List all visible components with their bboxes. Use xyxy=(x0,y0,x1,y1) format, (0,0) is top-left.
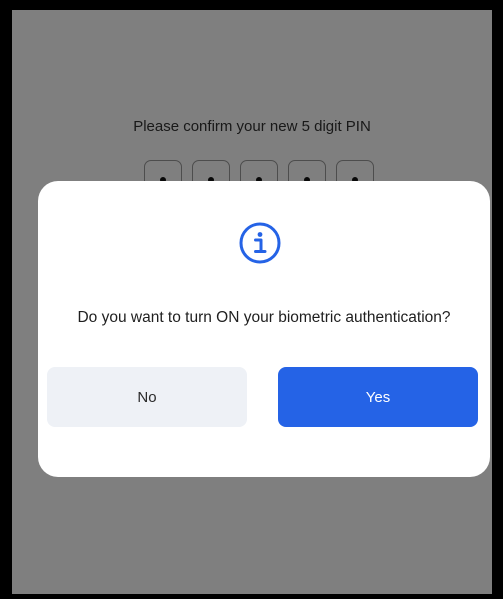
biometric-dialog: Do you want to turn ON your biometric au… xyxy=(38,181,490,477)
yes-button[interactable]: Yes xyxy=(278,367,478,427)
biometric-question: Do you want to turn ON your biometric au… xyxy=(77,309,451,326)
no-button[interactable]: No xyxy=(47,367,247,427)
app-screen: Please confirm your new 5 digit PIN Do y… xyxy=(12,10,492,594)
device-frame: Please confirm your new 5 digit PIN Do y… xyxy=(0,0,503,599)
info-circle-icon xyxy=(239,222,281,264)
